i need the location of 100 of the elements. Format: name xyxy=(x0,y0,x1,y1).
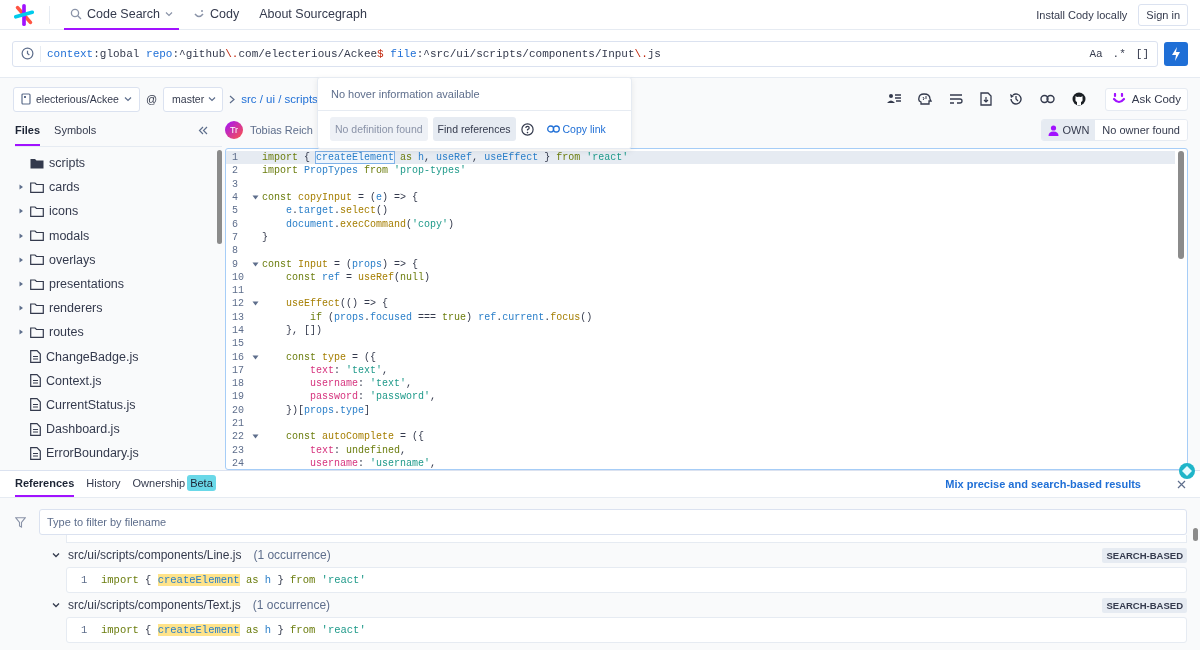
hover-message: No hover information available xyxy=(318,78,631,111)
chevron-right-icon xyxy=(229,94,236,104)
repo-icon xyxy=(21,93,31,105)
fold-caret-icon[interactable] xyxy=(251,434,259,440)
search-based-tag: SEARCH-BASED xyxy=(1102,547,1187,563)
search-field[interactable]: context:global repo:^github\.com/electerious/Ackee$ file:^src/ui/scripts/components/Input\.js Aa .* [] xyxy=(12,40,1158,67)
caret-icon xyxy=(208,96,217,102)
file-icon xyxy=(30,422,41,436)
folder-icon xyxy=(30,230,44,242)
file-icon xyxy=(30,446,41,460)
branch-dropdown[interactable]: master xyxy=(163,86,224,112)
breadcrumb-path[interactable]: src / ui / scripts xyxy=(241,93,318,105)
tree-item[interactable]: cards xyxy=(15,175,212,200)
sidebar-tab[interactable]: Files xyxy=(15,114,41,146)
avatar: Tr xyxy=(225,121,243,139)
match-line[interactable]: 1 import { createElement as h } from 'react' xyxy=(67,618,1186,642)
tree-item[interactable]: ChangeBadge.js xyxy=(15,344,212,369)
occurrence-count: (1 occurrence) xyxy=(252,598,331,612)
caret-icon[interactable] xyxy=(52,602,60,608)
scrollbar-thumb[interactable] xyxy=(1178,151,1184,259)
install-link[interactable]: Install Cody locally xyxy=(1036,8,1128,21)
tree-item[interactable]: presentations xyxy=(15,271,212,297)
code-line: 19 password: 'password', xyxy=(231,390,438,404)
sidebar-tab[interactable]: Symbols xyxy=(54,114,97,146)
fold-caret-icon[interactable] xyxy=(251,354,259,360)
file-path[interactable]: src/ui/scripts/components/Text.js xyxy=(68,598,241,612)
tree-item[interactable]: ErrorBoundary.js xyxy=(15,441,212,466)
wrap-icon[interactable] xyxy=(948,93,963,105)
code-line: 18 username: 'text', xyxy=(231,377,414,391)
filter-icon xyxy=(15,516,26,528)
code-line: 8 xyxy=(231,244,239,258)
code-line: 4 const copyInput = (e) => { xyxy=(231,191,420,205)
fold-caret-icon[interactable] xyxy=(251,261,259,267)
search-toggle[interactable]: Aa xyxy=(1089,47,1103,60)
code-line: 2 import PropTypes from 'prop-types' xyxy=(231,164,468,178)
code-line: 10 const ref = useRef(null) xyxy=(231,270,432,284)
help-icon[interactable] xyxy=(520,122,534,136)
github-icon[interactable] xyxy=(1071,92,1086,106)
tree-item[interactable]: Context.js xyxy=(15,368,212,393)
close-icon[interactable] xyxy=(1177,479,1186,489)
tree-item[interactable]: modals xyxy=(15,223,212,248)
tree-item[interactable]: overlays xyxy=(15,247,212,272)
smile-icon xyxy=(1111,93,1126,105)
folder-icon xyxy=(30,205,44,217)
tree-item[interactable]: renderers xyxy=(15,296,212,321)
tree-item[interactable]: CurrentStatus.js xyxy=(15,392,212,418)
tree-item[interactable]: icons xyxy=(15,199,212,224)
nav-tab[interactable]: About Sourcegraph xyxy=(253,0,373,30)
fold-caret-icon[interactable] xyxy=(251,195,259,201)
filter-field[interactable]: Type to filter by filename xyxy=(39,509,1187,535)
code-line: 6 document.execCommand('copy') xyxy=(231,217,456,231)
panel-tab[interactable]: Ownership Beta xyxy=(132,471,216,497)
file-icon xyxy=(30,398,41,412)
code-line: 22 const autoComplete = ({ xyxy=(231,430,426,444)
search-toggle[interactable]: .* xyxy=(1112,47,1126,60)
smile-icon xyxy=(192,8,205,19)
copy-link[interactable]: Copy link xyxy=(546,123,606,135)
search-button[interactable] xyxy=(1164,41,1188,66)
code-line: 17 text: 'text', xyxy=(231,363,390,378)
code-line: 5 e.target.select() xyxy=(231,204,390,218)
code-line: 11 xyxy=(231,284,245,298)
history-icon[interactable] xyxy=(1008,92,1023,106)
sign-in-button[interactable]: Sign in xyxy=(1138,3,1188,26)
nav-tab[interactable]: Cody xyxy=(186,0,246,30)
code-line: 24 username: 'username', xyxy=(231,456,438,469)
owner-status: No owner found xyxy=(1095,120,1187,140)
collapse-icon[interactable] xyxy=(198,125,208,135)
tree-item[interactable]: routes xyxy=(15,320,212,345)
logo-icon[interactable] xyxy=(13,3,35,26)
folder-icon xyxy=(30,157,44,169)
mix-results-link[interactable]: Mix precise and search-based results xyxy=(945,478,1141,490)
file-download-icon[interactable] xyxy=(979,92,992,106)
person-icon xyxy=(1048,124,1060,136)
brain-icon[interactable] xyxy=(917,92,932,106)
caret-icon[interactable] xyxy=(52,552,60,558)
file-path[interactable]: src/ui/scripts/components/Line.js xyxy=(68,548,242,562)
panel-tab[interactable]: History xyxy=(86,471,121,497)
folder-icon xyxy=(30,278,44,290)
scrollbar-thumb[interactable] xyxy=(1193,528,1198,541)
code-line: 16 const type = ({ xyxy=(231,350,378,364)
at-sign: @ xyxy=(145,93,158,105)
tree-item[interactable]: scripts xyxy=(15,151,212,176)
repo-dropdown[interactable]: electerious/Ackee xyxy=(13,86,140,112)
file-icon xyxy=(30,350,41,364)
code-line: 12 useEffect(() => { xyxy=(231,297,390,311)
code-line: 20 })[props.type] xyxy=(231,403,372,417)
tree-item[interactable]: Dashboard.js xyxy=(15,417,212,442)
ask-cody-button[interactable]: Ask Cody xyxy=(1104,87,1188,111)
user-list-icon[interactable] xyxy=(886,93,901,105)
popover-button[interactable]: Find references xyxy=(432,117,516,141)
search-toggle[interactable]: [] xyxy=(1135,47,1149,60)
code-line: 21 xyxy=(231,417,245,431)
search-query[interactable]: context:global repo:^github\.com/electerious/Ackee$ file:^src/ui/scripts/components/Input\.js xyxy=(47,47,661,60)
caret-icon xyxy=(164,10,173,17)
scrollbar-thumb[interactable] xyxy=(217,150,222,244)
match-line[interactable]: 1 import { createElement as h } from 'react' xyxy=(67,568,1186,592)
author-name: Tobias Reich xyxy=(250,124,313,136)
link-icon[interactable] xyxy=(1039,94,1055,104)
fold-caret-icon[interactable] xyxy=(251,301,259,307)
own-label[interactable]: OWN xyxy=(1042,120,1096,140)
